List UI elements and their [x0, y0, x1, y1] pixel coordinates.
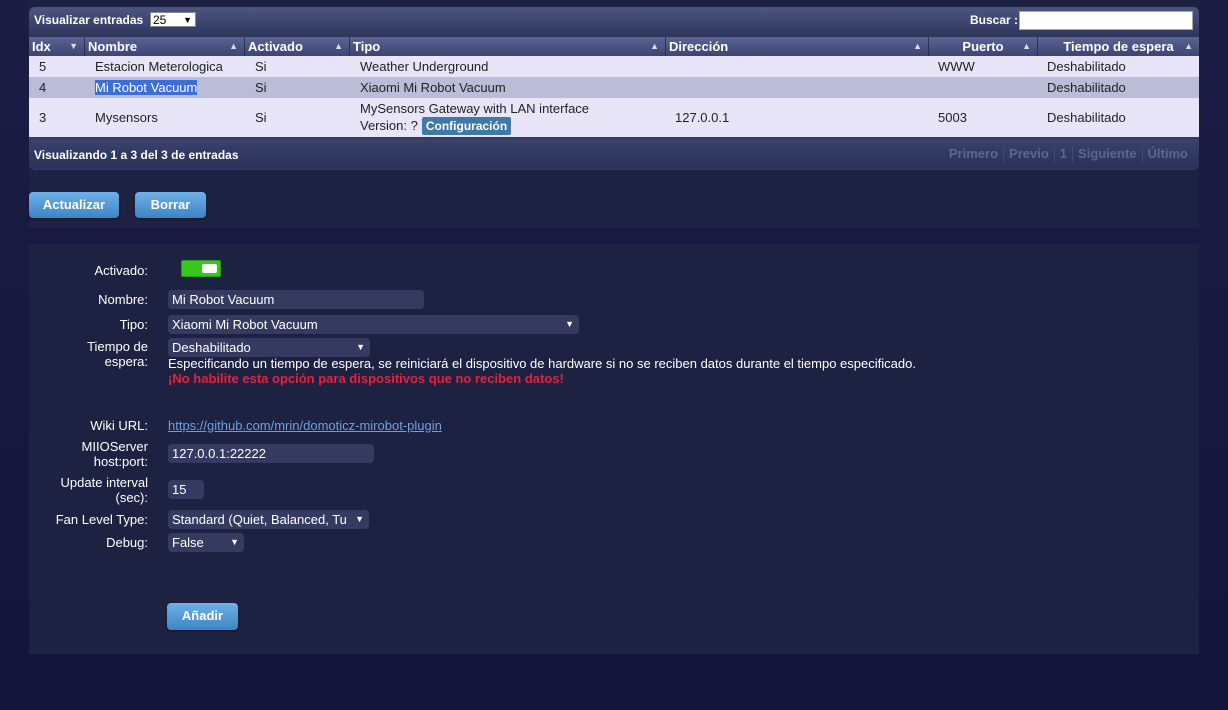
pager-page-1[interactable]: 1: [1053, 146, 1072, 162]
config-button[interactable]: Configuración: [421, 116, 512, 135]
sort-icon: ▲: [913, 41, 922, 51]
row-type: Weather Underground: [360, 59, 489, 74]
row-type: MySensors Gateway with LAN interface Ver…: [360, 98, 589, 137]
sort-icon: ▲: [334, 41, 343, 51]
dropdown-arrow-icon: ▼: [355, 514, 364, 524]
sort-icon: ▲: [229, 41, 238, 51]
wiki-link[interactable]: https://github.com/mrin/domoticz-mirobot…: [168, 418, 442, 433]
column-idx[interactable]: Idx ▼: [29, 37, 85, 56]
miio-label: MIIOServer host:port:: [81, 439, 148, 469]
row-name: Mysensors: [95, 110, 158, 125]
hardware-table: Visualizar entradas 25 ▼ Buscar : Idx ▼ N…: [29, 7, 1199, 170]
interval-label: Update interval (sec):: [60, 475, 148, 505]
row-port: 5003: [938, 110, 967, 125]
row-address: 127.0.0.1: [675, 110, 730, 125]
name-label: Nombre:: [98, 292, 148, 307]
timeout-select[interactable]: Deshabilitado ▼: [168, 338, 370, 357]
enabled-label: Activado:: [94, 263, 148, 278]
delete-button[interactable]: Borrar: [135, 192, 206, 218]
dropdown-arrow-icon: ▼: [356, 342, 365, 352]
debug-select[interactable]: False ▼: [168, 533, 244, 552]
sort-icon: ▲: [1022, 41, 1031, 51]
row-timeout: Deshabilitado: [1047, 80, 1126, 95]
timeout-warning: ¡No habilite esta opción para dispositiv…: [168, 371, 564, 386]
row-type-version: Version: ?: [360, 117, 418, 133]
column-enabled[interactable]: Activado ▲: [245, 37, 350, 56]
enabled-toggle[interactable]: [181, 260, 221, 277]
table-info: Visualizando 1 a 3 del 3 de entradas: [34, 148, 239, 162]
row-enabled: Si: [255, 80, 267, 95]
interval-field[interactable]: 15: [168, 480, 204, 499]
search-label: Buscar :: [970, 13, 1019, 27]
row-idx: 4: [39, 80, 47, 95]
fan-level-label: Fan Level Type:: [55, 512, 148, 527]
table-header: Idx ▼ Nombre ▲ Activado ▲ Tipo ▲ Dirección ▲ …: [29, 37, 1199, 56]
add-button[interactable]: Añadir: [167, 603, 238, 630]
row-timeout: Deshabilitado: [1047, 59, 1126, 74]
column-address[interactable]: Dirección ▲: [666, 37, 929, 56]
entries-label: Visualizar entradas: [34, 13, 144, 27]
table-row-selected[interactable]: 4 Mi Robot Vacuum Si Xiaomi Mi Robot Vac…: [29, 77, 1199, 98]
entries-select[interactable]: 25 ▼: [150, 12, 196, 27]
column-type[interactable]: Tipo ▲: [350, 37, 666, 56]
sort-desc-icon: ▼: [69, 41, 78, 51]
pager-previous[interactable]: Previo: [1003, 146, 1054, 162]
wiki-label: Wiki URL:: [90, 418, 148, 433]
row-idx: 5: [39, 59, 47, 74]
timeout-help-text: Especificando un tiempo de espera, se re…: [168, 356, 916, 371]
column-name[interactable]: Nombre ▲: [85, 37, 245, 56]
row-idx: 3: [39, 110, 47, 125]
row-type: Xiaomi Mi Robot Vacuum: [360, 80, 506, 95]
column-timeout[interactable]: Tiempo de espera ▲: [1038, 37, 1199, 56]
table-footer: Visualizando 1 a 3 del 3 de entradas Pri…: [29, 139, 1199, 169]
column-port[interactable]: Puerto ▲: [929, 37, 1038, 56]
fan-level-select[interactable]: Standard (Quiet, Balanced, Tu ▼: [168, 510, 369, 529]
search-input[interactable]: [1019, 11, 1193, 30]
row-enabled: Si: [255, 110, 267, 125]
sort-icon: ▲: [1184, 41, 1193, 51]
type-select[interactable]: Xiaomi Mi Robot Vacuum ▼: [168, 315, 579, 334]
row-name: Mi Robot Vacuum: [95, 80, 198, 95]
row-enabled: Si: [255, 59, 267, 74]
table-row[interactable]: 3 Mysensors Si MySensors Gateway with LA…: [29, 98, 1199, 137]
row-port: WWW: [938, 59, 975, 74]
name-field[interactable]: Mi Robot Vacuum: [168, 290, 424, 309]
pager-next[interactable]: Siguiente: [1072, 146, 1142, 162]
type-label: Tipo:: [119, 317, 148, 332]
pager-last[interactable]: Último: [1141, 146, 1193, 162]
pagination: Primero Previo 1 Siguiente Último: [944, 146, 1193, 162]
debug-label: Debug:: [106, 535, 148, 550]
row-name: Estacion Meterologica: [95, 59, 223, 74]
table-row[interactable]: 5 Estacion Meterologica Si Weather Under…: [29, 56, 1199, 77]
timeout-label: Tiempo de espera:: [87, 339, 148, 369]
update-button[interactable]: Actualizar: [29, 192, 119, 218]
toggle-knob: [202, 264, 217, 273]
dropdown-arrow-icon: ▼: [183, 15, 192, 25]
dropdown-arrow-icon: ▼: [230, 537, 239, 547]
pager-first[interactable]: Primero: [944, 146, 1003, 162]
sort-icon: ▲: [650, 41, 659, 51]
row-type-text: MySensors Gateway with LAN interface: [360, 100, 590, 116]
row-timeout: Deshabilitado: [1047, 110, 1126, 125]
table-toolbar: Visualizar entradas 25 ▼ Buscar :: [29, 7, 1199, 37]
dropdown-arrow-icon: ▼: [565, 319, 574, 329]
miio-host-field[interactable]: 127.0.0.1:22222: [168, 444, 374, 463]
